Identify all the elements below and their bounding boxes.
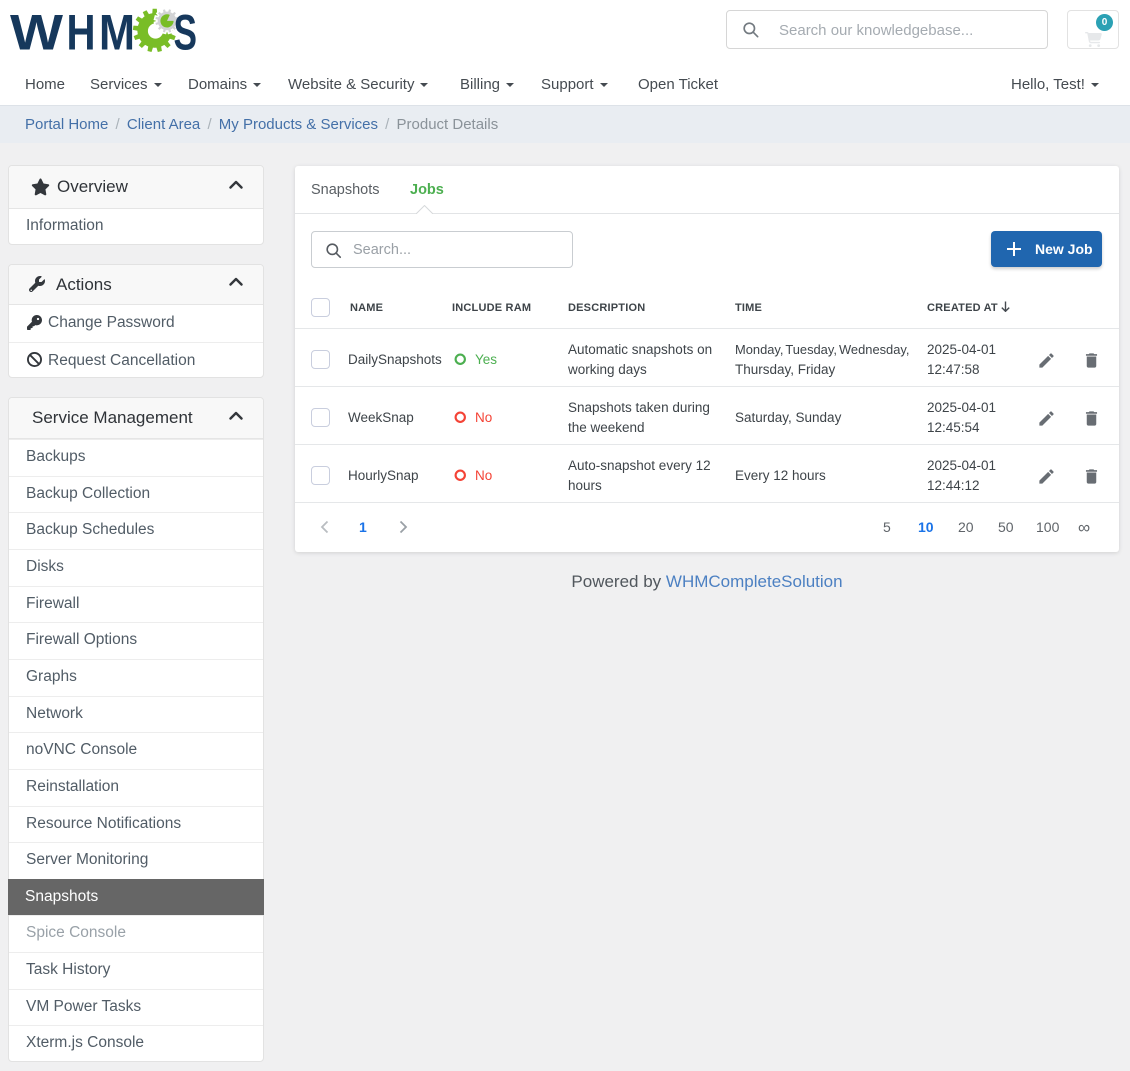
svg-text:H: H bbox=[67, 8, 96, 58]
svg-text:S: S bbox=[174, 8, 198, 58]
svg-text:M: M bbox=[99, 8, 135, 58]
svg-text:W: W bbox=[10, 8, 64, 58]
